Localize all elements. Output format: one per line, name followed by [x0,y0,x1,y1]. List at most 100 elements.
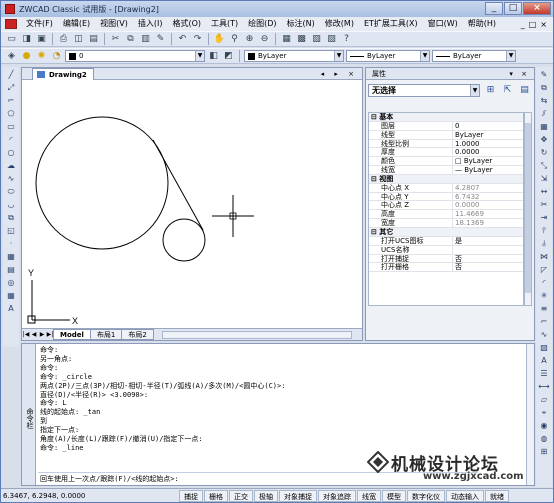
move-icon[interactable]: ✥ [538,134,550,145]
menu-format[interactable]: 格式(O) [167,17,206,31]
insert-block-icon[interactable]: ⧉ [5,212,17,223]
property-value[interactable]: 0 [453,122,523,130]
property-row[interactable]: 线型比例 1.0000 [369,139,523,149]
close-button[interactable]: × [523,2,551,15]
tab-model[interactable]: Model [53,329,91,340]
tab-controls[interactable]: ◂ ▸ × [321,68,358,80]
point-icon[interactable]: · [5,238,17,249]
osnap-toggle[interactable]: 对象捕捉 [279,489,317,502]
align-icon[interactable]: ≡ [538,303,550,314]
rotate-icon[interactable]: ↻ [538,147,550,158]
menu-modify[interactable]: 修改(M) [320,17,359,31]
menu-draw[interactable]: 绘图(D) [243,17,281,31]
help-icon[interactable]: ? [340,33,353,46]
property-row[interactable]: 中心点 Z 0.0000 [369,201,523,211]
hatch-icon[interactable]: ▦ [5,251,17,262]
property-section[interactable]: ⊟ 基本 [369,113,523,122]
property-row[interactable]: 高度 11.4669 [369,210,523,220]
undo-icon[interactable]: ↶ [176,33,189,46]
property-value[interactable]: ByLayer [453,131,523,139]
otrack-toggle[interactable]: 对象追踪 [318,489,356,502]
property-row[interactable]: 中心点 Y 6.7432 [369,192,523,202]
first-tab-icon[interactable]: |◀ [22,331,30,338]
explode-icon[interactable]: ✳ [538,290,550,301]
mirror-icon[interactable]: ⇆ [538,95,550,106]
menu-edit[interactable]: 编辑(E) [58,17,95,31]
layer-manager-icon[interactable]: ◈ [5,50,18,63]
grid-toggle[interactable]: 栅格 [204,489,228,502]
tab-layout1[interactable]: 布局1 [89,329,123,340]
erase-icon[interactable]: ✎ [538,69,550,80]
menu-dimension[interactable]: 标注(N) [282,17,320,31]
property-row[interactable]: 线型 ByLayer [369,130,523,140]
calculator-icon[interactable]: ▨ [325,33,338,46]
property-value[interactable]: 1.0000 [453,140,523,148]
tab-layout2[interactable]: 布局2 [121,329,154,340]
property-row[interactable]: 打开栅格否 [369,263,523,273]
paste-icon[interactable]: ▥ [139,33,152,46]
property-value[interactable]: 否 [453,255,523,263]
trim-icon[interactable]: ✂ [538,199,550,210]
property-row[interactable]: 中心点 X 4.2807 [369,183,523,193]
property-value[interactable]: 0.0000 [453,201,523,209]
menu-help[interactable]: 帮助(H) [463,17,501,31]
property-value[interactable]: — ByLayer [453,166,523,174]
cut-icon[interactable]: ✂ [109,33,122,46]
drawing-canvas[interactable]: Y X [22,80,362,328]
polyline-icon[interactable]: ⌐ [5,95,17,106]
menu-file[interactable]: 文件(F) [21,17,58,31]
region-mass-icon[interactable]: ◍ [538,433,550,444]
zoom-previous-icon[interactable]: ⊖ [258,33,271,46]
ellipse-icon[interactable]: ⬭ [5,186,17,197]
publish-icon[interactable]: ▤ [87,33,100,46]
next-tab-icon[interactable]: ▶ [38,331,46,338]
prev-tab-icon[interactable]: ◀ [30,331,38,338]
ellipse-arc-icon[interactable]: ◡ [5,199,17,210]
scale-icon[interactable]: ⤡ [538,160,550,171]
menu-window[interactable]: 窗口(W) [423,17,463,31]
color-dropdown[interactable]: ByLayer ▼ [244,50,344,62]
command-window-grip[interactable]: 命令栏 [22,344,36,485]
edit-hatch-icon[interactable]: ▧ [538,342,550,353]
locate-icon[interactable]: ◉ [538,420,550,431]
match-properties-icon[interactable]: ✎ [154,33,167,46]
ortho-toggle[interactable]: 正交 [229,489,253,502]
property-value[interactable]: 18.1369 [453,219,523,227]
quick-select-icon[interactable]: ⊞ [538,446,550,457]
print-icon[interactable]: ⎙ [57,33,70,46]
pan-icon[interactable]: ✋ [213,33,226,46]
menu-et-tools[interactable]: ET扩展工具(X) [359,17,423,31]
design-center-icon[interactable]: ▩ [295,33,308,46]
snap-toggle[interactable]: 捕捉 [179,489,203,502]
print-preview-icon[interactable]: ◫ [72,33,85,46]
spline-icon[interactable]: ∿ [5,173,17,184]
lengthen-icon[interactable]: ↔ [538,186,550,197]
edit-polyline-icon[interactable]: ⌐ [538,316,550,327]
lineweight-toggle[interactable]: 线宽 [357,489,381,502]
small-circle[interactable] [162,218,206,262]
stretch-icon[interactable]: ⇲ [538,173,550,184]
chevron-down-icon[interactable]: ▼ [195,51,204,61]
command-scrollbar[interactable] [526,344,534,485]
property-row[interactable]: UCS名称 [369,245,523,255]
properties-scrollbar[interactable] [524,112,532,306]
dynamic-input-toggle[interactable]: 动态输入 [446,489,484,502]
array-icon[interactable]: ▦ [538,121,550,132]
selection-dropdown[interactable]: 无选择 ▼ [368,83,480,97]
document-menu-icon[interactable] [5,19,17,29]
scrollbar-thumb[interactable] [525,123,531,293]
chevron-down-icon[interactable]: ▼ [470,84,479,96]
id-point-icon[interactable]: ⌖ [538,407,550,418]
redo-icon[interactable]: ↷ [191,33,204,46]
arc-icon[interactable]: ◜ [5,134,17,145]
doc-restore-button[interactable]: □ [529,20,537,29]
property-section[interactable]: ⊟ 视图 [369,174,523,184]
chamfer-icon[interactable]: ◸ [538,264,550,275]
property-row[interactable]: 宽度 18.1369 [369,219,523,228]
edit-spline-icon[interactable]: ∿ [538,329,550,340]
tab-drawing2[interactable]: Drawing2 [32,68,94,80]
command-input[interactable]: 回车使用上一次点/跟踪(F)/<线的起始点>: [38,472,478,484]
minimize-button[interactable]: _ [485,2,503,15]
lineweight-dropdown[interactable]: ByLayer ▼ [432,50,516,62]
property-value[interactable]: 否 [453,263,523,271]
